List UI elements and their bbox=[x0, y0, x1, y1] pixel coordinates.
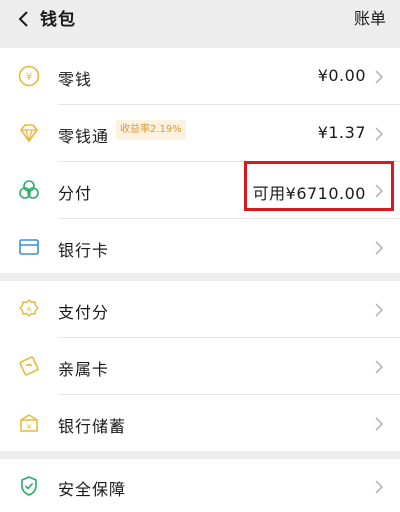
list-item-value: 可用¥6710.00 bbox=[252, 184, 366, 203]
list-item-value: ¥0.00 bbox=[317, 66, 366, 85]
savings-box-icon: ¥ bbox=[20, 414, 38, 432]
list-item-pay-score[interactable]: A 支付分 bbox=[0, 281, 400, 338]
list-item-security[interactable]: 安全保障 bbox=[0, 459, 400, 512]
clover-icon bbox=[19, 180, 39, 199]
list-item-label: 安全保障 bbox=[58, 480, 127, 499]
list-item-value: ¥1.37 bbox=[317, 123, 366, 142]
list-item-label: 银行卡 bbox=[58, 241, 110, 260]
svg-text:¥: ¥ bbox=[26, 72, 32, 83]
score-badge-icon: A bbox=[19, 299, 39, 317]
chevron-right-icon bbox=[375, 184, 384, 198]
coin-icon: ¥ bbox=[18, 65, 40, 87]
chevron-right-icon bbox=[375, 127, 384, 141]
list-item-change[interactable]: ¥ 零钱 ¥0.00 bbox=[0, 48, 400, 105]
list-item-bank-savings[interactable]: ¥ 银行储蓄 bbox=[0, 395, 400, 452]
back-arrow-icon bbox=[18, 11, 28, 27]
list-item-fenfu[interactable]: 分付 可用¥6710.00 bbox=[0, 162, 400, 219]
svg-text:A: A bbox=[27, 306, 32, 314]
list-item-change-plus[interactable]: 零钱通 ¥1.37 bbox=[0, 105, 400, 162]
wallet-group-primary: ¥ 零钱 ¥0.00 零钱通 ¥1.37 分付 可用¥6710.00 银行卡 bbox=[0, 48, 400, 273]
bank-card-icon bbox=[19, 239, 39, 255]
back-button[interactable] bbox=[8, 4, 38, 34]
shield-check-icon bbox=[21, 476, 37, 496]
svg-text:¥: ¥ bbox=[27, 423, 32, 431]
diamond-icon bbox=[20, 124, 38, 144]
wallet-group-services: A 支付分 亲属卡 ¥ 银行储蓄 bbox=[0, 281, 400, 451]
nav-header: 钱包 账单 bbox=[0, 0, 400, 46]
list-item-label: 银行储蓄 bbox=[58, 417, 127, 436]
list-item-bank-card[interactable]: 银行卡 bbox=[0, 219, 400, 276]
list-item-label: 支付分 bbox=[58, 303, 110, 322]
list-item-family-card[interactable]: 亲属卡 bbox=[0, 338, 400, 395]
family-card-icon bbox=[19, 356, 39, 376]
chevron-right-icon bbox=[375, 70, 384, 84]
chevron-right-icon bbox=[375, 480, 384, 494]
chevron-right-icon bbox=[375, 360, 384, 374]
wallet-group-security: 安全保障 bbox=[0, 459, 400, 512]
list-item-label: 零钱通 bbox=[58, 127, 110, 146]
list-item-label: 分付 bbox=[58, 184, 93, 203]
chevron-right-icon bbox=[375, 303, 384, 317]
list-item-label: 亲属卡 bbox=[58, 360, 110, 379]
chevron-right-icon bbox=[375, 417, 384, 431]
page-title: 钱包 bbox=[40, 10, 76, 30]
chevron-right-icon bbox=[375, 241, 384, 255]
bill-button[interactable]: 账单 bbox=[354, 5, 386, 29]
list-item-label: 零钱 bbox=[58, 70, 93, 89]
yield-rate-badge: 收益率2.19% bbox=[116, 120, 186, 140]
